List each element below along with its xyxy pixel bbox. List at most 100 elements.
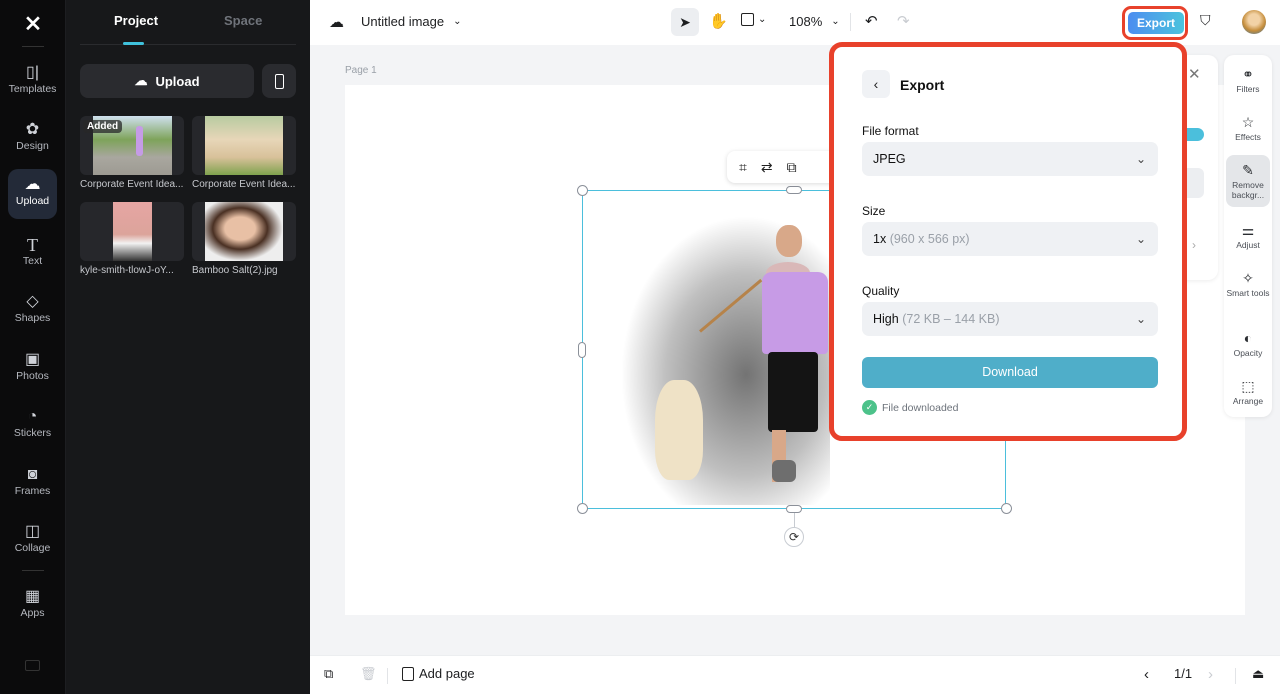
text-icon: T: [27, 235, 38, 255]
shield-icon[interactable]: ⛉: [1200, 12, 1211, 29]
tool-filters[interactable]: ⚭ Filters: [1226, 65, 1270, 94]
capcut-logo-icon[interactable]: ⨯: [18, 10, 48, 35]
stickers-icon: ◔: [27, 408, 38, 425]
add-page-button[interactable]: Add page: [402, 666, 475, 681]
asset-image: [113, 202, 152, 261]
rail-item-shapes[interactable]: ◇ Shapes: [8, 286, 57, 336]
asset-thumbnail[interactable]: [192, 116, 296, 175]
delete-page-button[interactable]: 🗑: [360, 666, 377, 682]
quality-select[interactable]: High (72 KB – 144 KB) ⌄: [862, 302, 1158, 336]
download-button[interactable]: Download: [862, 357, 1158, 388]
rail-label: Photos: [16, 370, 49, 382]
zoom-level: 108%: [789, 14, 823, 29]
chevron-right-icon[interactable]: ›: [1192, 238, 1196, 252]
tool-adjust[interactable]: ⚌ Adjust: [1226, 221, 1270, 250]
tool-remove-background[interactable]: ✎ Remove backgr...: [1226, 155, 1270, 207]
file-format-select[interactable]: JPEG ⌄: [862, 142, 1158, 176]
quality-value: High: [873, 312, 899, 326]
close-icon[interactable]: ✕: [1188, 65, 1201, 83]
redo-icon: ↷: [897, 13, 910, 30]
document-title[interactable]: Untitled image ⌄: [361, 14, 462, 29]
tool-label: Filters: [1236, 84, 1260, 94]
rail-item-stickers[interactable]: ◔ Stickers: [8, 401, 57, 451]
arrange-icon: ⬚: [1241, 378, 1255, 394]
bottombar-divider: [1235, 668, 1236, 684]
chevron-left-icon: ‹: [1144, 666, 1149, 683]
asset-panel: Project Space: [66, 0, 310, 694]
rail-label: Templates: [8, 83, 57, 95]
next-page-button[interactable]: ›: [1208, 666, 1213, 683]
tool-effects[interactable]: ☆ Effects: [1226, 113, 1270, 142]
tool-label: Smart tools: [1226, 288, 1270, 298]
hand-icon: ✋: [709, 13, 728, 30]
keyboard-icon[interactable]: [25, 660, 40, 671]
tool-smart-tools[interactable]: ✧ Smart tools: [1226, 269, 1270, 298]
replace-icon[interactable]: ⇄: [761, 159, 773, 176]
redo-button[interactable]: ↷: [897, 12, 910, 30]
select-tool-button[interactable]: ➤: [671, 8, 699, 36]
rail-item-templates[interactable]: ▯| Templates: [8, 57, 57, 107]
asset-thumbnail[interactable]: [80, 202, 184, 261]
adjust-sliders-icon: ⚌: [1241, 222, 1255, 238]
rail-item-photos[interactable]: ▣ Photos: [8, 344, 57, 394]
chevron-left-icon: ‹: [873, 76, 879, 92]
tab-space[interactable]: Space: [224, 13, 262, 28]
rail-item-apps[interactable]: ▦ Apps: [8, 581, 57, 631]
back-button[interactable]: ‹: [862, 70, 890, 98]
tab-project[interactable]: Project: [114, 13, 158, 28]
resize-handle-left[interactable]: [578, 342, 586, 358]
crop-icon[interactable]: ⌗: [739, 159, 747, 176]
upload-button[interactable]: ☁ Upload: [80, 64, 254, 98]
effects-icon: ☆: [1241, 114, 1255, 130]
remove-background-icon: ✎: [1242, 162, 1254, 178]
shapes-icon: ◇: [26, 293, 39, 310]
undo-icon: ↶: [865, 13, 878, 30]
rail-item-design[interactable]: ✿ Design: [8, 114, 57, 164]
chevron-down-icon: ⌄: [1135, 232, 1146, 246]
filters-icon: ⚭: [1242, 66, 1254, 82]
rail-divider: [22, 570, 44, 571]
collage-icon: ◫: [24, 523, 41, 540]
add-page-label: Add page: [419, 666, 475, 681]
rail-label: Stickers: [13, 427, 52, 439]
upload-from-phone-button[interactable]: [262, 64, 296, 98]
tool-opacity[interactable]: ◐ Opacity: [1226, 329, 1270, 358]
resize-handle-bottom-right[interactable]: [1001, 503, 1012, 514]
hand-tool-button[interactable]: ✋: [709, 12, 728, 30]
duplicate-icon[interactable]: ⧉: [787, 159, 797, 176]
expand-pages-button[interactable]: ⏏: [1252, 666, 1264, 682]
resize-handle-top-left[interactable]: [577, 185, 588, 196]
rotate-handle[interactable]: ⟳: [784, 527, 804, 547]
asset-thumbnail[interactable]: [192, 202, 296, 261]
tool-arrange[interactable]: ⬚ Arrange: [1226, 377, 1270, 406]
undo-button[interactable]: ↶: [865, 12, 878, 30]
chevron-down-icon: ⌄: [453, 16, 462, 27]
layout-menu-button[interactable]: ⌄: [741, 13, 766, 26]
zoom-dropdown[interactable]: 108% ⌄: [789, 14, 840, 29]
download-status: ✓ File downloaded: [862, 400, 958, 415]
magic-wand-icon: ✧: [1242, 270, 1254, 286]
chevron-down-icon: ⌄: [1135, 152, 1146, 166]
rail-item-collage[interactable]: ◫ Collage: [8, 516, 57, 566]
prev-page-button[interactable]: ‹: [1144, 666, 1149, 683]
layout-icon: [741, 13, 754, 26]
rail-item-upload[interactable]: ☁ Upload: [8, 169, 57, 219]
avatar[interactable]: [1242, 10, 1266, 34]
rail-item-text[interactable]: T Text: [8, 229, 57, 279]
rail-item-frames[interactable]: ◙ Frames: [8, 459, 57, 509]
duplicate-page-button[interactable]: ⧉: [324, 666, 333, 682]
cloud-save-icon[interactable]: ☁: [329, 13, 344, 31]
bottombar-divider: [387, 668, 388, 684]
asset-thumbnail[interactable]: Added: [80, 116, 184, 175]
size-select[interactable]: 1x (960 x 566 px) ⌄: [862, 222, 1158, 256]
upload-label: Upload: [155, 73, 200, 89]
resize-handle-top[interactable]: [786, 186, 802, 194]
rail-label: Apps: [20, 607, 45, 619]
quality-label: Quality: [862, 284, 900, 298]
rail-label: Collage: [14, 542, 51, 554]
opacity-icon: ◐: [1243, 330, 1253, 346]
asset-caption: kyle-smith-tlowJ-oY...: [80, 265, 174, 276]
resize-handle-bottom-left[interactable]: [577, 503, 588, 514]
resize-handle-bottom[interactable]: [786, 505, 802, 513]
asset-caption: Bamboo Salt(2).jpg: [192, 265, 278, 276]
